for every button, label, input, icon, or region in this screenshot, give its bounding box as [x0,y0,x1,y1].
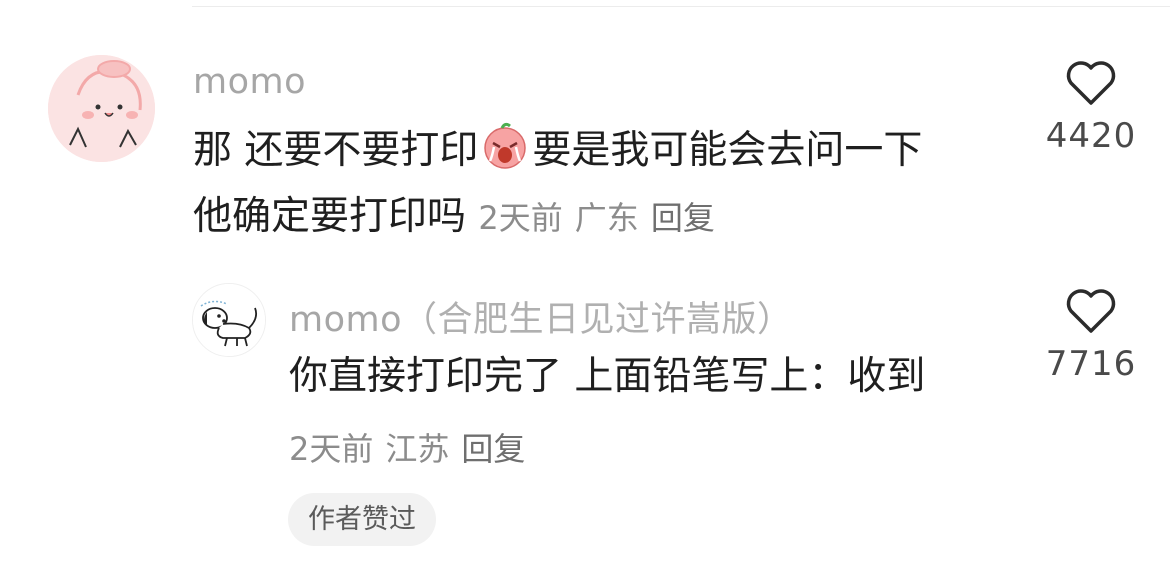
crying-face-emoji-icon [484,122,527,169]
username-text: momo [289,300,403,340]
like-count: 4420 [1045,116,1137,156]
comment-thread: momo 那 还要不要打印 要是我可能会去问一下 他确定要打印吗 2天前 广东 回复… [0,0,1170,562]
author-liked-badge: 作者赞过 [288,493,436,546]
avatar-character-icon [48,55,155,162]
comment-item: momo 那 还要不要打印 要是我可能会去问一下 他确定要打印吗 2天前 广东 回复… [0,0,1170,260]
comment-meta: 2天前 广东 回复 [478,199,726,237]
comment-time: 2天前 [478,199,563,237]
like-button[interactable]: 7716 [1041,288,1141,384]
avatar[interactable] [48,55,155,162]
comment-text: 那 还要不要打印 要是我可能会去问一下 [193,118,922,184]
comment-text-part: 他确定要打印吗 [193,194,467,239]
comment-location: 广东 [574,199,639,237]
username[interactable]: momo（合肥生日见过许嵩版） [289,291,793,342]
heart-icon [1066,289,1116,333]
comment-time: 2天前 [289,430,374,468]
like-button[interactable]: 4420 [1041,60,1141,156]
comment-text-part: 要是我可能会去问一下 [532,128,923,173]
avatar[interactable] [192,283,266,357]
heart-icon [1066,61,1116,105]
reply-button[interactable]: 回复 [461,430,525,468]
like-count: 7716 [1045,344,1137,384]
username-suffix: （合肥生日见过许嵩版） [402,300,793,340]
comment-text-line: 他确定要打印吗 2天前 广东 回复 [193,184,727,251]
comment-location: 江苏 [385,430,450,468]
reply-button[interactable]: 回复 [651,199,715,237]
username[interactable]: momo [193,62,306,102]
comment-meta: 2天前 江苏 回复 [289,424,537,470]
comment-text: 你直接打印完了 上面铅笔写上：收到 [289,354,926,399]
comment-text-part: 那 还要不要打印 [193,128,479,173]
dog-avatar-icon [193,284,265,356]
